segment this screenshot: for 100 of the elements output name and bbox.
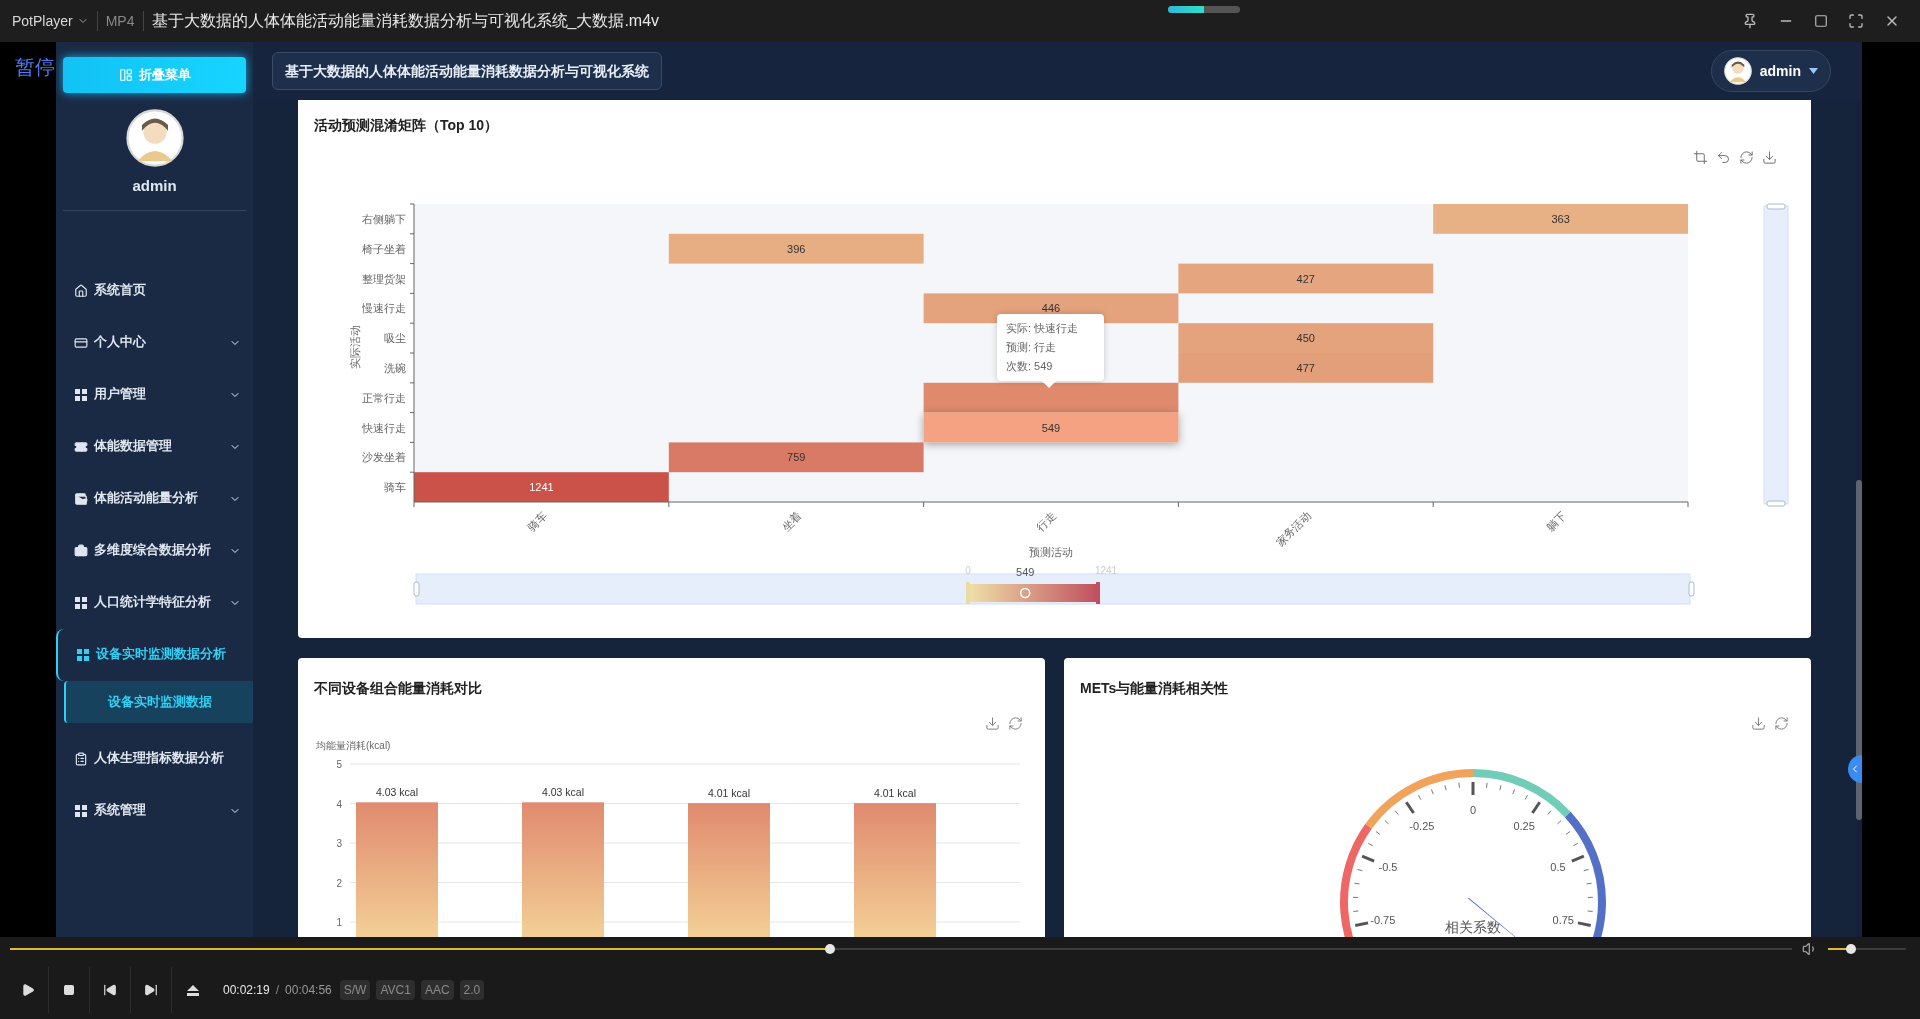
- y-axis-label: 骑车: [384, 481, 406, 494]
- tooltip-text: 预测: 行走: [1006, 340, 1058, 355]
- bar-value-label: 4.03 kcal: [376, 786, 418, 799]
- user-avatar: [1723, 57, 1752, 85]
- y-axis-label: 吸尘: [384, 332, 406, 345]
- stream-tag: AVC1: [376, 980, 415, 1000]
- app-name[interactable]: PotPlayer: [12, 10, 73, 32]
- play-icon: [21, 983, 35, 997]
- format-label: MP4: [105, 11, 135, 31]
- y-axis-label: 椅子坐着: [362, 242, 406, 255]
- menu-item[interactable]: 体能数据管理: [56, 420, 253, 473]
- download-icon[interactable]: [985, 716, 1000, 731]
- cell-value: 549: [1041, 421, 1061, 434]
- gauge-scale-label: 0.25: [1513, 819, 1535, 832]
- vertical-zoom-slider[interactable]: [1763, 205, 1789, 505]
- download-icon[interactable]: [1762, 150, 1777, 165]
- grid-icon: [76, 647, 90, 662]
- menu-item[interactable]: 多维度综合数据分析: [56, 524, 253, 577]
- next-icon: [144, 983, 158, 997]
- wallet-icon: [74, 491, 88, 506]
- y-tick-label: 2: [336, 877, 342, 889]
- user-avatar: [125, 109, 184, 167]
- menu-icon: [118, 68, 133, 82]
- menu-item[interactable]: 系统首页: [56, 264, 253, 317]
- eject-icon: [186, 984, 199, 996]
- cell-value: 477: [1296, 361, 1315, 374]
- stream-tag: 2.0: [459, 980, 485, 1000]
- gauge-scale-label: 0.75: [1552, 913, 1574, 926]
- total-time: 00:04:56: [285, 982, 332, 999]
- slider-handle[interactable]: [1766, 500, 1786, 507]
- y-axis-label: 右侧躺下: [362, 212, 406, 225]
- stream-tag: AAC: [420, 980, 454, 1000]
- card-title: METs与能量消耗相关性: [1080, 678, 1229, 698]
- clipboard-icon: [74, 751, 88, 766]
- maximize-icon[interactable]: [1814, 14, 1828, 28]
- x-axis-label: 坐着: [779, 508, 804, 533]
- time-separator: /: [275, 982, 280, 999]
- slider-handle[interactable]: [413, 581, 420, 597]
- fullscreen-icon[interactable]: [1848, 13, 1864, 29]
- card-title: 活动预测混淆矩阵（Top 10）: [314, 115, 499, 135]
- gauge-scale-label: -0.25: [1409, 819, 1435, 832]
- home-icon: [74, 283, 88, 298]
- side-toggle-tab[interactable]: [1848, 755, 1862, 783]
- seek-thumb[interactable]: [824, 944, 835, 954]
- menu-item[interactable]: 人口统计学特征分析: [56, 576, 253, 629]
- gauge-scale-label: 0: [1469, 804, 1477, 816]
- visual-map-bar[interactable]: [966, 582, 1100, 604]
- slider-handle[interactable]: [1766, 203, 1786, 210]
- cell-value: 446: [1041, 302, 1061, 315]
- previous-icon: [103, 983, 117, 997]
- briefcase-icon: [74, 543, 88, 558]
- x-axis-label: 家务活动: [1273, 508, 1314, 549]
- card-icon: [74, 335, 88, 350]
- x-axis-label: 躺下: [1543, 508, 1568, 533]
- y-axis-label: 沙发坐着: [362, 451, 406, 464]
- username: admin: [131, 176, 178, 196]
- pin-icon[interactable]: [1742, 13, 1758, 29]
- undo-icon[interactable]: [1716, 150, 1731, 165]
- menu-item[interactable]: 系统管理: [56, 784, 253, 837]
- bar-value-label: 4.03 kcal: [542, 786, 584, 799]
- gauge-scale-label: -0.75: [1370, 913, 1396, 926]
- system-title: 基于大数据的人体体能活动能量消耗数据分析与可视化系统: [272, 52, 662, 90]
- caret-icon: [1809, 68, 1818, 74]
- window-title: 基于大数据的人体体能活动能量消耗数据分析与可视化系统_大数据.m4v: [151, 11, 660, 31]
- slider-handle[interactable]: [1688, 581, 1695, 597]
- pause-indicator: 暂停: [15, 55, 55, 79]
- menu-item[interactable]: 人体生理指标数据分析: [56, 732, 253, 785]
- menu-item[interactable]: 用户管理: [56, 368, 253, 421]
- menu-item[interactable]: 个人中心: [56, 316, 253, 369]
- grid-icon: [74, 803, 88, 818]
- volume-thumb[interactable]: [1846, 944, 1857, 954]
- tooltip-text: 实际: 快速行走: [1006, 321, 1080, 336]
- cell-value: 1241: [529, 481, 554, 494]
- x-axis-label: 行走: [1034, 508, 1059, 533]
- cell-value: 363: [1551, 212, 1570, 225]
- tooltip-text: 次数: 549: [1006, 359, 1054, 374]
- user-menu[interactable]: admin: [1710, 50, 1831, 92]
- cell-value: 396: [787, 242, 806, 255]
- menu-item[interactable]: 体能活动能量分析: [56, 472, 253, 525]
- zoom-icon[interactable]: [1693, 150, 1708, 165]
- submenu-item[interactable]: 设备实时监测数据: [64, 680, 253, 723]
- y-axis-label: 洗碗: [384, 361, 406, 374]
- gauge-title: 相关系数: [1445, 919, 1501, 935]
- download-icon[interactable]: [1751, 716, 1766, 731]
- visual-map-value: 549: [1016, 566, 1035, 578]
- gauge-scale-label: 0.5: [1550, 860, 1566, 873]
- grid-icon: [74, 387, 88, 402]
- x-axis-label: 骑车: [524, 508, 549, 533]
- refresh-icon[interactable]: [1739, 150, 1754, 165]
- y-tick-label: 5: [336, 759, 342, 770]
- cell-value: 450: [1296, 332, 1315, 345]
- current-time: 00:02:19: [223, 982, 270, 999]
- grid-icon: [74, 595, 88, 610]
- y-axis-title: 均能量消耗(kcal): [316, 740, 391, 751]
- x-axis-title: 预测活动: [1029, 546, 1073, 558]
- y-axis-label: 正常行走: [362, 391, 406, 404]
- card-title: 不同设备组合能量消耗对比: [314, 678, 482, 698]
- cell-value: 427: [1296, 272, 1315, 285]
- gauge-scale-label: -0.5: [1378, 860, 1398, 873]
- y-axis-label: 慢速行走: [362, 302, 406, 315]
